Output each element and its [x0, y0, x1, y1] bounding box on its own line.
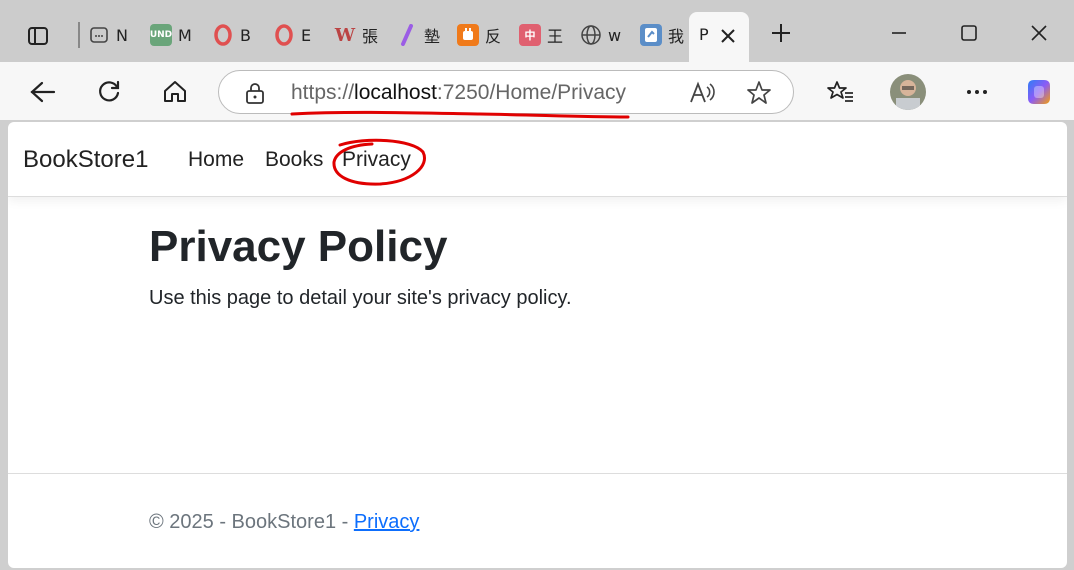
- plug-icon: [457, 24, 479, 46]
- tab-10[interactable]: 我: [640, 20, 684, 50]
- tab-title: 王: [547, 27, 564, 46]
- tab-title: E: [301, 25, 312, 45]
- doc-icon: [640, 24, 662, 46]
- tab-2[interactable]: UND M: [150, 20, 192, 50]
- nav-home-link[interactable]: Home: [188, 148, 244, 172]
- footer-text: © 2025 - BookStore1 - Privacy: [149, 511, 419, 534]
- new-tab-icon[interactable]: [766, 18, 796, 48]
- tab-6[interactable]: 墊: [396, 20, 440, 50]
- opera-icon: [212, 24, 234, 46]
- w-icon: W: [334, 24, 356, 46]
- tab-5[interactable]: W 張: [334, 20, 378, 50]
- page-viewport: BookStore1 Home Books Privacy Privacy Po…: [8, 122, 1067, 568]
- und-icon: UND: [150, 24, 172, 46]
- url-path: :7250/Home/Privacy: [436, 81, 627, 104]
- profile-avatar[interactable]: [890, 74, 926, 110]
- lock-icon[interactable]: [245, 82, 265, 108]
- read-aloud-icon[interactable]: [689, 81, 715, 109]
- url-scheme: https://: [291, 81, 355, 104]
- more-menu-icon[interactable]: [961, 76, 993, 108]
- back-icon[interactable]: [26, 76, 58, 108]
- favorite-star-icon[interactable]: [746, 80, 772, 110]
- tab-title: M: [178, 25, 192, 45]
- footer-privacy-link[interactable]: Privacy: [354, 511, 420, 533]
- tab-7[interactable]: 反: [457, 20, 501, 50]
- maximize-icon[interactable]: [954, 18, 984, 48]
- close-tab-icon[interactable]: [717, 22, 739, 52]
- refresh-icon[interactable]: [93, 76, 125, 108]
- site-navbar: BookStore1 Home Books Privacy: [8, 122, 1067, 197]
- globe-icon: [580, 24, 602, 46]
- home-icon[interactable]: [159, 76, 191, 108]
- tab-9[interactable]: w: [580, 20, 621, 50]
- tab-1[interactable]: N: [88, 20, 128, 50]
- tab-4[interactable]: E: [273, 20, 311, 50]
- tab-strip: N UND M B E W 張 墊 反 中 王 w 我 P: [0, 0, 1074, 62]
- site-footer: © 2025 - BookStore1 - Privacy: [8, 473, 1067, 568]
- url-text[interactable]: https://localhost:7250/Home/Privacy: [291, 81, 626, 105]
- sidebar-toggle-icon[interactable]: [22, 20, 54, 52]
- active-tab[interactable]: P: [689, 12, 749, 62]
- address-bar[interactable]: https://localhost:7250/Home/Privacy: [218, 70, 794, 114]
- calendar-icon: [88, 24, 110, 46]
- tab-title: B: [240, 25, 251, 45]
- tab-title: 張: [362, 27, 379, 46]
- brand-link[interactable]: BookStore1: [23, 146, 148, 174]
- tab-8[interactable]: 中 王: [519, 20, 563, 50]
- browser-toolbar: https://localhost:7250/Home/Privacy: [0, 62, 1074, 120]
- nav-privacy-link[interactable]: Privacy: [342, 148, 411, 172]
- favorites-icon[interactable]: [824, 76, 856, 108]
- minimize-icon[interactable]: [884, 18, 914, 48]
- page-description: Use this page to detail your site's priv…: [149, 287, 572, 309]
- active-tab-title: P: [699, 25, 709, 44]
- tab-title: 反: [485, 27, 502, 46]
- copilot-icon[interactable]: [1022, 76, 1054, 108]
- pink-icon: 中: [519, 24, 541, 46]
- nav-books-link[interactable]: Books: [265, 148, 323, 172]
- page-title: Privacy Policy: [149, 222, 448, 271]
- tab-title: w: [608, 25, 622, 45]
- tab-title: 墊: [424, 27, 441, 46]
- tab-separator: [78, 22, 80, 48]
- tab-title: N: [116, 25, 128, 45]
- slash-icon: [396, 24, 418, 46]
- footer-copyright: © 2025 - BookStore1 -: [149, 511, 354, 533]
- close-window-icon[interactable]: [1024, 18, 1054, 48]
- opera-icon: [273, 24, 295, 46]
- tab-3[interactable]: B: [212, 20, 251, 50]
- tab-title: 我: [668, 27, 685, 46]
- url-host: localhost: [354, 81, 437, 104]
